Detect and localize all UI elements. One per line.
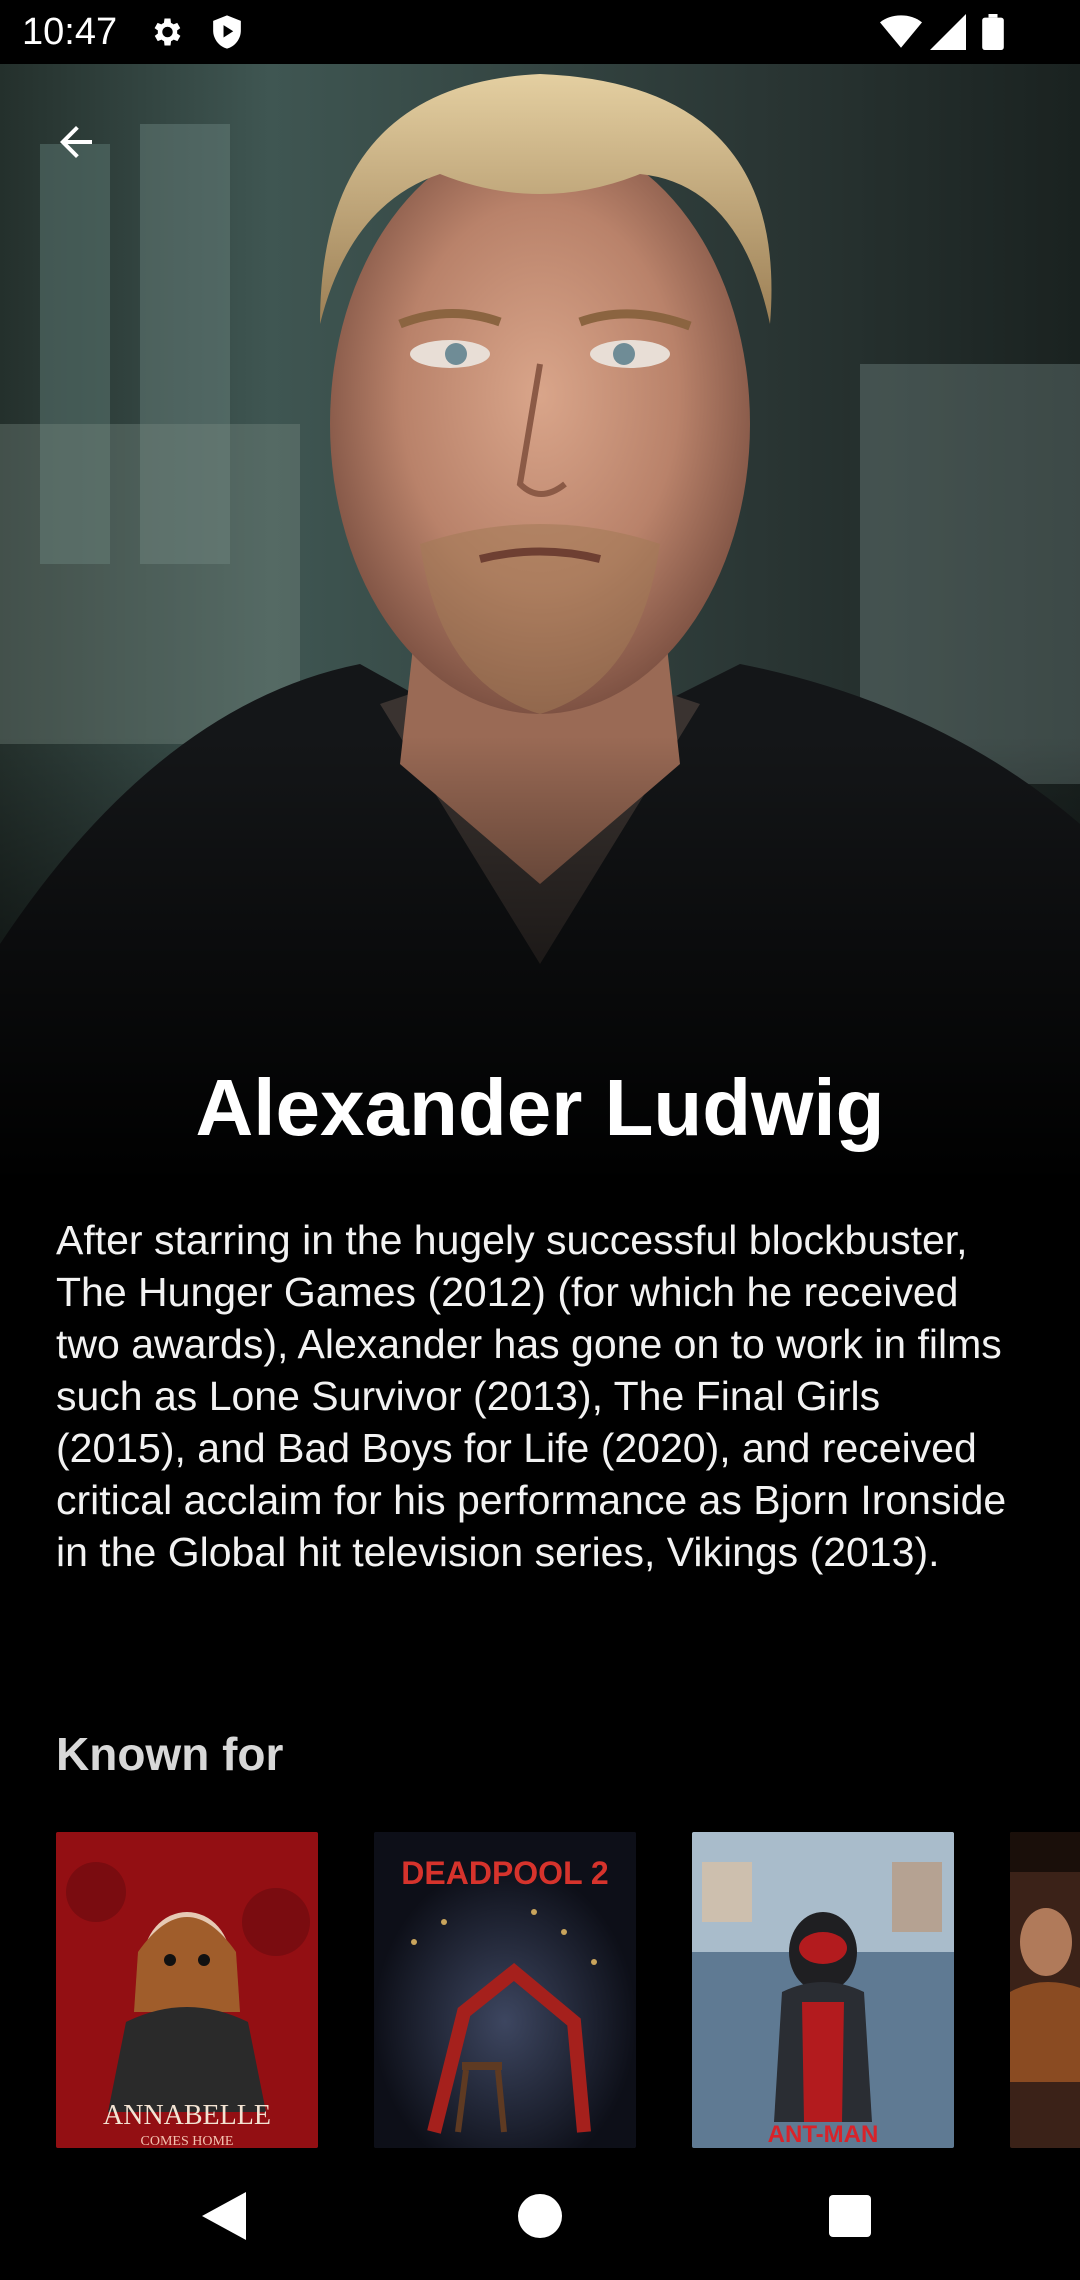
movie-poster[interactable]: ANT-MAN	[692, 1832, 954, 2148]
shield-play-icon	[210, 14, 244, 55]
known-for-list[interactable]: ANNABELLE COMES HOME DEADPOOL 2 ANT-MAN	[56, 1832, 1080, 2148]
recents-square-icon	[829, 2194, 871, 2242]
known-for-title: Known for	[56, 1728, 284, 1780]
back-button[interactable]	[40, 108, 112, 180]
status-bar: 10:47	[0, 0, 1080, 64]
wifi-icon	[880, 14, 922, 55]
signal-icon	[930, 14, 966, 55]
back-triangle-icon	[202, 2191, 246, 2245]
home-circle-icon	[518, 2193, 562, 2243]
system-navigation-bar	[0, 2148, 1080, 2280]
arrow-left-icon	[52, 118, 100, 171]
nav-recents-button[interactable]	[810, 2178, 890, 2258]
poster-title: ANT-MAN	[768, 2121, 879, 2148]
poster-subtitle: COMES HOME	[141, 2134, 234, 2148]
nav-home-button[interactable]	[500, 2178, 580, 2258]
status-time: 10:47	[22, 11, 118, 53]
movie-poster[interactable]: DEADPOOL 2	[374, 1832, 636, 2148]
gear-icon	[148, 14, 184, 55]
nav-back-button[interactable]	[184, 2178, 264, 2258]
actor-profile-image	[0, 64, 1080, 1184]
movie-poster[interactable]: ANNABELLE COMES HOME	[56, 1832, 318, 2148]
actor-name: Alexander Ludwig	[195, 1063, 885, 1152]
poster-title: ANNABELLE	[103, 2100, 271, 2131]
battery-icon	[982, 14, 1004, 55]
movie-poster[interactable]	[1010, 1832, 1080, 2148]
actor-biography: After starring in the hugely successful …	[56, 1217, 1007, 1575]
poster-title: DEADPOOL 2	[401, 1855, 608, 1891]
